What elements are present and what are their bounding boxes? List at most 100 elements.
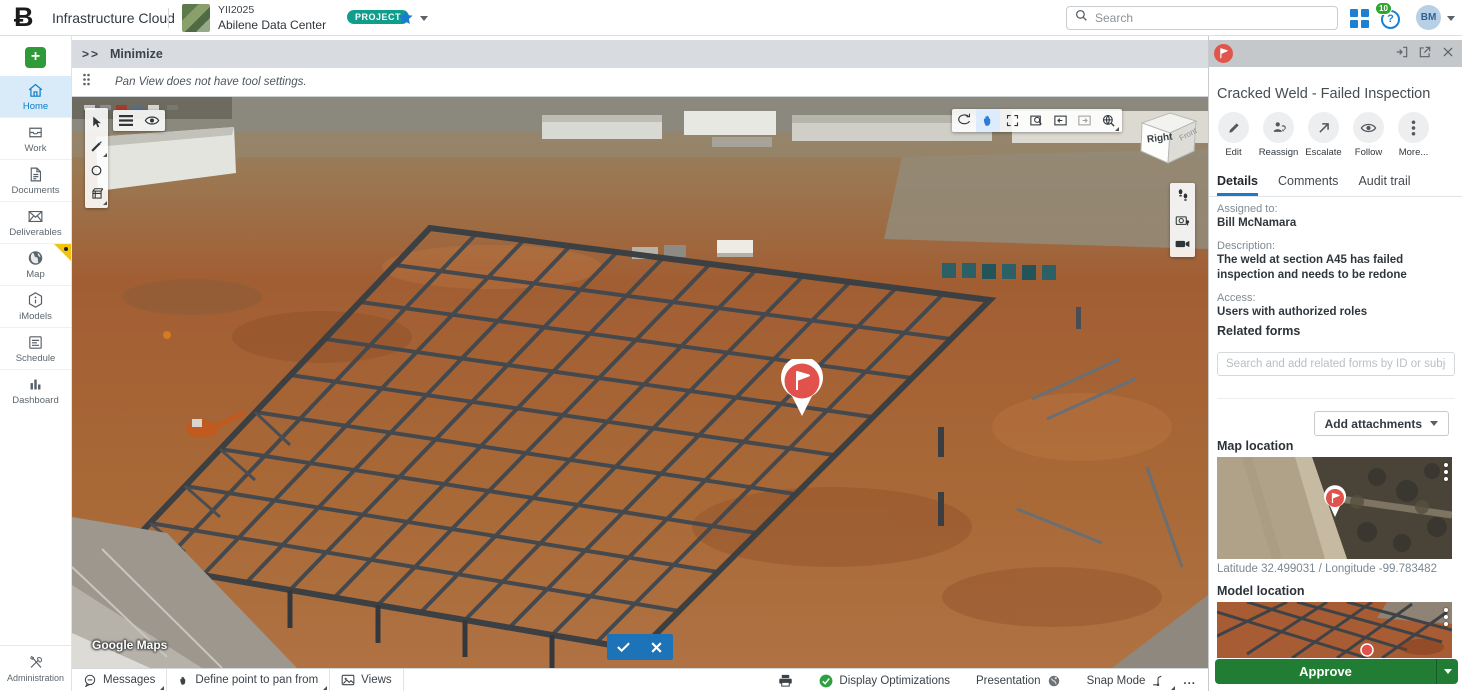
map-zoom-button[interactable] — [1096, 109, 1120, 132]
minimize-label[interactable]: Minimize — [110, 47, 163, 61]
map-location-thumbnail[interactable] — [1217, 457, 1452, 559]
app-launcher-icon[interactable] — [1350, 9, 1369, 28]
collapse-chevrons-icon[interactable]: >> — [82, 47, 100, 61]
status-more-button[interactable]: ... — [1177, 669, 1202, 691]
related-forms-search-input[interactable] — [1217, 352, 1455, 376]
display-optimizations-button[interactable]: Display Optimizations — [806, 669, 963, 691]
left-sidebar: + Home Work Documents Deliverables Map i… — [0, 36, 72, 691]
help-button[interactable]: ? 10 — [1379, 8, 1403, 30]
fit-view-button[interactable] — [1000, 109, 1024, 132]
orbit-tool-button[interactable] — [952, 109, 976, 132]
bentley-logo-icon[interactable]: Ƀ — [14, 2, 34, 33]
action-label: More... — [1399, 147, 1429, 158]
follow-button[interactable]: Follow — [1346, 112, 1391, 158]
issue-pin-marker[interactable] — [779, 359, 825, 422]
tool-settings-bar: Pan View does not have tool settings. — [72, 68, 1208, 97]
project-switcher-caret-icon[interactable] — [420, 16, 428, 21]
sidebar-item-label: Work — [25, 143, 47, 154]
measure-tool-button[interactable] — [85, 134, 108, 158]
model-thumbnail-menu-icon[interactable] — [1444, 608, 1448, 626]
field-access: Access: Users with authorized roles — [1217, 292, 1455, 321]
sidebar-item-work[interactable]: Work — [0, 118, 71, 160]
sidebar-item-dashboard[interactable]: Dashboard — [0, 370, 71, 412]
map-globe-icon — [26, 249, 45, 267]
pan-hand-icon — [178, 674, 189, 687]
edit-button[interactable]: Edit — [1211, 112, 1256, 158]
flyout-indicator — [323, 686, 327, 690]
search-input[interactable] — [1095, 11, 1315, 25]
model-viewport[interactable]: Front Right — [72, 97, 1208, 668]
sidebar-item-deliverables[interactable]: Deliverables — [0, 202, 71, 244]
zoom-window-button[interactable] — [1024, 109, 1048, 132]
walk-tool-button[interactable] — [1172, 186, 1193, 206]
snap-mode-button[interactable]: Snap Mode — [1074, 669, 1178, 691]
field-label: Assigned to: — [1217, 203, 1455, 215]
top-header: Ƀ Infrastructure Cloud YII2025 Abilene D… — [0, 0, 1462, 36]
select-tool-button[interactable] — [85, 110, 108, 134]
minimize-bar[interactable]: >> Minimize — [72, 40, 1208, 68]
account-caret-icon[interactable] — [1447, 16, 1455, 21]
map-attribution: Google Maps — [92, 638, 167, 652]
sidebar-item-documents[interactable]: Documents — [0, 160, 71, 202]
reassign-button[interactable]: Reassign — [1256, 112, 1301, 158]
view-cube[interactable]: Front Right — [1132, 105, 1204, 169]
pan-prompt-label: Define point to pan from — [195, 674, 318, 686]
project-thumbnail[interactable] — [182, 4, 210, 32]
tab-audit-trail[interactable]: Audit trail — [1358, 174, 1410, 196]
favorite-star-icon[interactable] — [397, 9, 414, 31]
view-undo-button[interactable] — [1048, 109, 1072, 132]
eye-icon — [144, 115, 160, 126]
view-redo-button[interactable] — [1072, 109, 1096, 132]
measure-pencil-icon — [90, 140, 103, 153]
header-divider — [168, 8, 169, 28]
model-location-thumbnail[interactable] — [1217, 602, 1452, 658]
presentation-button[interactable]: Presentation — [963, 669, 1074, 691]
more-button[interactable]: More... — [1391, 112, 1436, 158]
model-location-heading: Model location — [1217, 584, 1305, 598]
field-assigned-to: Assigned to: Bill McNamara — [1217, 203, 1455, 232]
sidebar-item-label: Administration — [7, 673, 64, 683]
view-redo-icon — [1077, 113, 1092, 128]
approve-options-button[interactable] — [1436, 659, 1458, 684]
tab-comments[interactable]: Comments — [1278, 174, 1338, 196]
escalate-button[interactable]: Escalate — [1301, 112, 1346, 158]
accept-button[interactable] — [611, 636, 637, 658]
approve-button[interactable]: Approve — [1215, 659, 1436, 684]
attachments-caret-icon — [1430, 421, 1438, 426]
project-name: Abilene Data Center — [218, 18, 326, 32]
imodels-hexagon-icon — [26, 291, 45, 309]
sidebar-item-administration[interactable]: Administration — [0, 645, 71, 691]
messages-button[interactable]: Messages — [72, 669, 167, 691]
dock-panel-button[interactable] — [1395, 45, 1409, 59]
section-tool-button[interactable] — [85, 182, 108, 206]
close-panel-button[interactable] — [1441, 45, 1455, 59]
map-thumbnail-menu-icon[interactable] — [1444, 463, 1448, 481]
cancel-button[interactable] — [644, 636, 670, 658]
sidebar-item-imodels[interactable]: iModels — [0, 286, 71, 328]
active-tool-prompt[interactable]: Define point to pan from — [167, 669, 330, 691]
views-button[interactable]: Views — [330, 669, 403, 691]
tab-details[interactable]: Details — [1217, 174, 1258, 196]
avatar[interactable]: BM — [1416, 5, 1441, 30]
sidebar-item-map[interactable]: Map — [0, 244, 71, 286]
add-button[interactable]: + — [25, 47, 46, 68]
photo-pin-button[interactable] — [1172, 210, 1193, 230]
drag-handle-icon[interactable] — [82, 73, 91, 91]
sidebar-item-schedule[interactable]: Schedule — [0, 328, 71, 370]
add-attachments-button[interactable]: Add attachments — [1314, 411, 1449, 436]
video-tool-button[interactable] — [1172, 234, 1193, 254]
pan-tool-button[interactable] — [976, 109, 1000, 132]
field-label: Description: — [1217, 240, 1455, 252]
follow-eye-icon — [1360, 122, 1377, 134]
administration-tools-icon — [27, 654, 45, 671]
message-bubble-icon — [83, 674, 97, 687]
visibility-button[interactable] — [144, 115, 160, 126]
menu-button[interactable] — [119, 115, 133, 126]
open-in-new-button[interactable] — [1418, 45, 1432, 59]
action-label: Reassign — [1259, 147, 1299, 158]
confirm-toolbar — [607, 634, 673, 660]
output-device-button[interactable] — [765, 669, 806, 691]
sidebar-item-home[interactable]: Home — [0, 76, 71, 118]
shape-tool-button[interactable] — [85, 158, 108, 182]
zoom-window-icon — [1029, 113, 1044, 128]
